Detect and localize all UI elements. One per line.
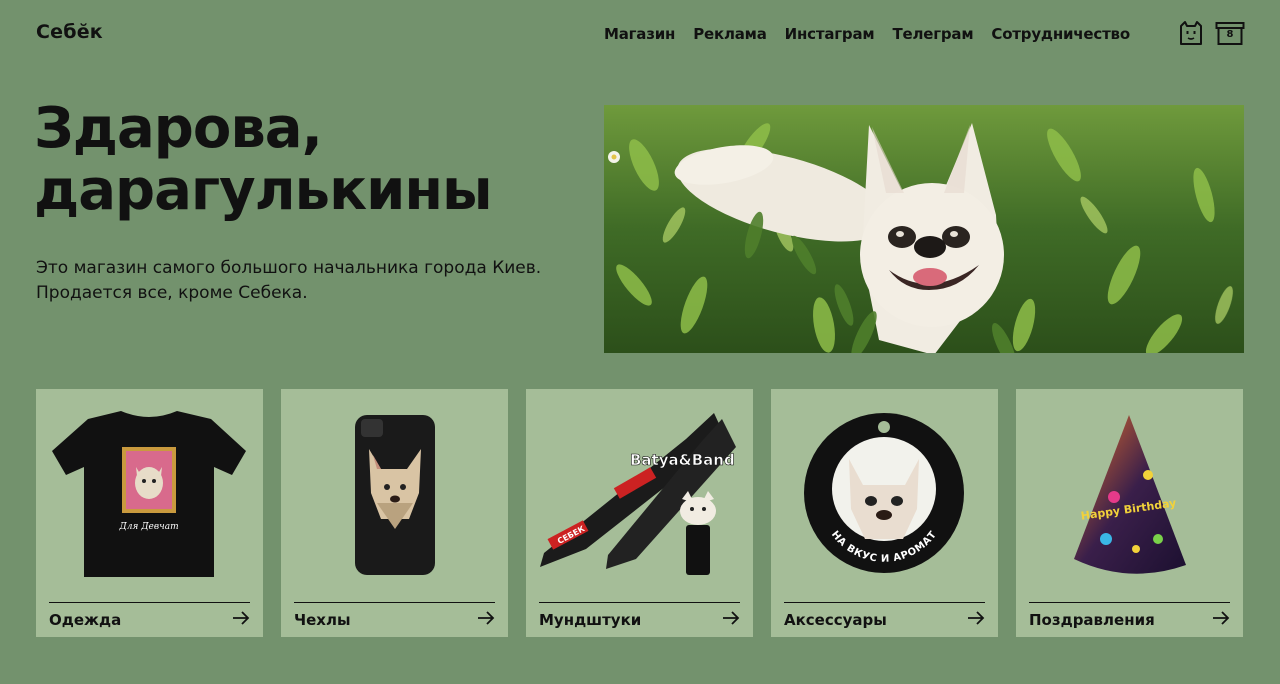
hero-title: Здарова, дарагулькины [34,96,493,223]
arrow-right-icon [478,611,495,625]
nav-cooperation[interactable]: Сотрудничество [991,25,1130,43]
category-card-accessories[interactable]: НА ВКУС И АРОМАТ Аксессуары [771,389,998,637]
cart-button[interactable]: 8 [1215,20,1245,46]
category-label: Чехлы [294,611,351,629]
category-card-greetings[interactable]: Happy Birthday Поздравления [1016,389,1243,637]
nav-instagram[interactable]: Инстаграм [785,25,875,43]
card-divider [784,602,985,603]
main-nav: Магазин Реклама Инстаграм Телеграм Сотру… [604,25,1148,43]
card-divider [1029,602,1230,603]
arrow-right-icon [233,611,250,625]
party-hat-image: Happy Birthday [1074,415,1186,574]
category-card-clothing[interactable]: Для Девчат Одежда [36,389,263,637]
tshirt-print-text: Для Девчат [118,522,178,532]
cat-face-icon[interactable] [1178,20,1204,46]
phone-case-image [355,415,435,575]
badge-image: НА ВКУС И АРОМАТ [804,413,964,573]
hero-title-line: дарагулькины [34,158,493,223]
site-logo[interactable]: Себĕк [36,21,103,43]
category-label: Одежда [49,611,122,629]
lanyard-brand-text: Batya&Band [630,451,735,469]
category-label: Аксессуары [784,611,887,629]
nav-ads[interactable]: Реклама [693,25,767,43]
hero-title-line: Здарова, [34,96,323,161]
header-icons: 8 [1178,20,1245,46]
arrow-right-icon [723,611,740,625]
arrow-right-icon [968,611,985,625]
category-card-cases[interactable]: Чехлы [281,389,508,637]
category-label: Мундштуки [539,611,642,629]
card-divider [539,602,740,603]
hero-subtitle-line: Продается все, кроме Себека. [36,283,308,303]
category-label: Поздравления [1029,611,1155,629]
card-divider [49,602,250,603]
hero-subtitle: Это магазин самого большого начальника г… [36,256,596,306]
hero-image-chihuahua [604,105,1244,353]
cart-count: 8 [1226,29,1234,40]
category-card-mouthpieces[interactable]: СЕБЕК Batya&Band Мундштуки [526,389,753,637]
nav-shop[interactable]: Магазин [604,25,675,43]
hero-subtitle-line: Это магазин самого большого начальника г… [36,258,542,278]
lanyard-image: СЕБЕК Batya&Band [540,413,736,575]
arrow-right-icon [1213,611,1230,625]
card-divider [294,602,495,603]
tshirt-image: Для Девчат [52,411,246,577]
nav-telegram[interactable]: Телеграм [892,25,973,43]
category-grid: Для Девчат Одежда Чехлы СЕБЕК Batya&Band [36,389,1243,637]
